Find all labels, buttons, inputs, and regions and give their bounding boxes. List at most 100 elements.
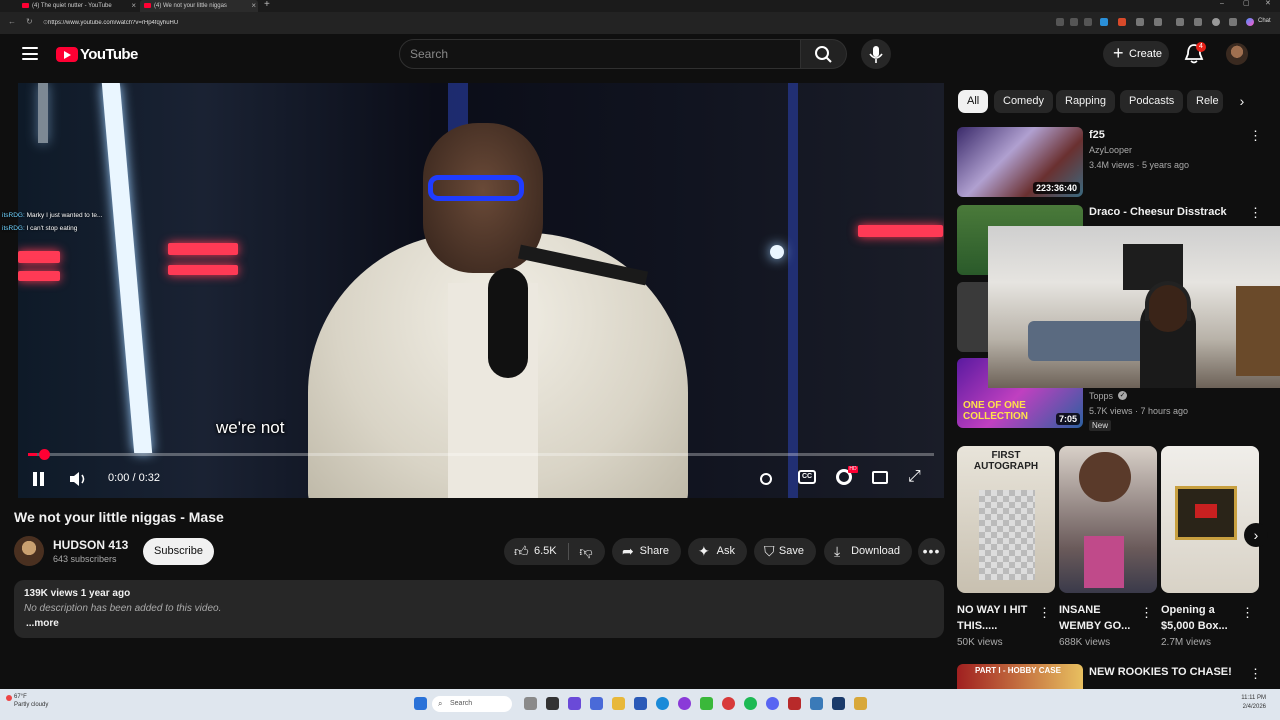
subscribe-button[interactable]: Subscribe — [143, 538, 214, 565]
autoplay-toggle[interactable] — [760, 473, 772, 485]
short-thumbnail[interactable] — [1161, 446, 1259, 593]
account-avatar[interactable] — [1226, 43, 1248, 65]
app-icon[interactable] — [678, 697, 691, 710]
reload-icon[interactable]: ↻ — [26, 17, 33, 26]
app-icon[interactable] — [722, 697, 735, 710]
discord-icon[interactable] — [766, 697, 779, 710]
short-title[interactable]: INSANE WEMBY GO... — [1059, 602, 1139, 634]
volume-icon[interactable] — [68, 469, 90, 489]
chat-label[interactable]: Chat — [1258, 18, 1271, 24]
more-actions-icon[interactable]: ••• — [918, 538, 945, 565]
more-vertical-icon[interactable]: ⋮ — [1038, 606, 1051, 619]
browser-tab-active[interactable]: (4) We not your little niggas × — [140, 0, 258, 12]
task-view-icon[interactable] — [524, 697, 537, 710]
app-icon[interactable] — [854, 697, 867, 710]
miniplayer-icon[interactable] — [872, 471, 888, 484]
more-vertical-icon[interactable]: ⋮ — [1140, 606, 1153, 619]
extension-icon[interactable] — [1070, 18, 1078, 26]
more-vertical-icon[interactable]: ⋮ — [1249, 129, 1262, 142]
spotify-icon[interactable] — [744, 697, 757, 710]
puzzle-icon[interactable] — [1194, 18, 1202, 26]
video-thumbnail[interactable]: PART I - HOBBY CASE — [957, 664, 1083, 689]
extension-icon[interactable] — [1176, 18, 1184, 26]
captions-button[interactable]: CC — [798, 470, 816, 484]
steam-icon[interactable] — [832, 697, 845, 710]
bookmark-star-icon[interactable] — [1084, 18, 1092, 26]
progress-bar[interactable] — [28, 453, 934, 456]
rec-video-title[interactable]: NEW ROOKIES TO CHASE! — [1089, 666, 1232, 678]
youtube-logo[interactable]: YouTube — [56, 46, 138, 63]
profile-icon[interactable] — [1212, 18, 1220, 26]
chip-podcasts[interactable]: Podcasts — [1120, 90, 1184, 113]
ask-button[interactable]: ✦ Ask — [688, 538, 747, 565]
channel-avatar[interactable] — [14, 536, 44, 566]
browser-tab[interactable]: (4) The quiet nutter - YouTube × — [18, 0, 138, 12]
chevron-right-icon[interactable]: › — [1232, 90, 1252, 113]
close-tab-icon[interactable]: × — [131, 0, 136, 12]
extension-icon[interactable] — [1118, 18, 1126, 26]
edge-icon[interactable] — [656, 697, 669, 710]
chip-related[interactable]: Rele — [1187, 90, 1223, 113]
app-icon[interactable] — [546, 697, 559, 710]
fullscreen-icon[interactable]: ⤢ — [908, 468, 921, 486]
short-thumbnail[interactable]: FIRST AUTOGRAPH — [957, 446, 1055, 593]
scrubber-handle[interactable] — [39, 449, 50, 460]
rec-channel[interactable]: AzyLooper — [1089, 145, 1132, 155]
player-controls: 0:00 / 0:32 CC HD ⤢ — [18, 463, 944, 498]
short-title[interactable]: Opening a $5,000 Box... — [1161, 602, 1237, 634]
extension-icon[interactable] — [1154, 18, 1162, 26]
chip-all[interactable]: All — [958, 90, 989, 113]
menu-icon[interactable] — [1229, 18, 1237, 26]
more-vertical-icon[interactable]: ⋮ — [1249, 667, 1262, 680]
description-box[interactable]: 139K views 1 year ago No description has… — [14, 580, 944, 638]
close-window-icon[interactable]: ✕ — [1265, 0, 1271, 8]
copilot-icon[interactable] — [1246, 18, 1254, 26]
voice-search-button[interactable] — [861, 39, 891, 69]
start-icon[interactable] — [414, 697, 427, 710]
search-input[interactable] — [410, 46, 790, 62]
app-icon[interactable] — [788, 697, 801, 710]
rec-video-title[interactable]: Draco - Cheesur Disstrack — [1089, 206, 1227, 218]
app-icon[interactable] — [568, 697, 581, 710]
extension-icon[interactable] — [1100, 18, 1108, 26]
search-button[interactable] — [801, 39, 847, 69]
extension-icon[interactable] — [1136, 18, 1144, 26]
short-views: 688K views — [1059, 637, 1111, 648]
close-tab-icon[interactable]: × — [251, 0, 256, 12]
back-icon[interactable]: ← — [8, 17, 16, 26]
thumbs-down-icon[interactable]: 👎︎ — [576, 543, 596, 560]
file-explorer-icon[interactable] — [612, 697, 625, 710]
channel-name[interactable]: HUDSON 413 — [53, 538, 128, 552]
hamburger-menu-icon[interactable] — [22, 47, 38, 60]
download-button[interactable]: ⤓ Download — [824, 538, 912, 565]
url-input[interactable] — [48, 16, 1008, 29]
system-clock[interactable]: 11:11 PM 2/4/2026 — [1241, 694, 1266, 712]
app-icon[interactable] — [634, 697, 647, 710]
pause-button[interactable] — [32, 472, 46, 486]
weather-widget[interactable]: 67°F Partly cloudy — [6, 693, 48, 709]
chevron-right-icon[interactable]: › — [1244, 523, 1268, 547]
video-thumbnail[interactable]: 223:36:40 — [957, 127, 1083, 197]
app-icon[interactable] — [810, 697, 823, 710]
taskbar-search[interactable]: ⌕ Search — [432, 696, 512, 712]
rec-channel[interactable]: Topps — [1089, 391, 1113, 401]
chip-comedy[interactable]: Comedy — [994, 90, 1053, 113]
save-button[interactable]: ⛉ Save — [754, 538, 816, 565]
maximize-icon[interactable]: ▢ — [1243, 0, 1250, 8]
video-player[interactable]: we're not 0:00 / 0:32 CC HD ⤢ — [18, 83, 944, 498]
chip-rapping[interactable]: Rapping — [1056, 90, 1115, 113]
more-vertical-icon[interactable]: ⋮ — [1241, 606, 1254, 619]
new-tab-icon[interactable]: + — [264, 0, 270, 10]
more-vertical-icon[interactable]: ⋮ — [1249, 206, 1262, 219]
show-more-link[interactable]: ...more — [26, 618, 59, 629]
rec-video-title[interactable]: f25 — [1089, 129, 1105, 141]
short-thumbnail[interactable] — [1059, 446, 1157, 593]
create-button[interactable]: + Create — [1103, 41, 1169, 67]
minimize-icon[interactable]: – — [1220, 0, 1224, 8]
new-badge: New — [1089, 420, 1112, 431]
app-icon[interactable] — [590, 697, 603, 710]
app-icon[interactable] — [700, 697, 713, 710]
short-title[interactable]: NO WAY I HIT THIS..... — [957, 602, 1031, 634]
share-button[interactable]: ➦ Share — [612, 538, 681, 565]
extension-icon[interactable] — [1056, 18, 1064, 26]
